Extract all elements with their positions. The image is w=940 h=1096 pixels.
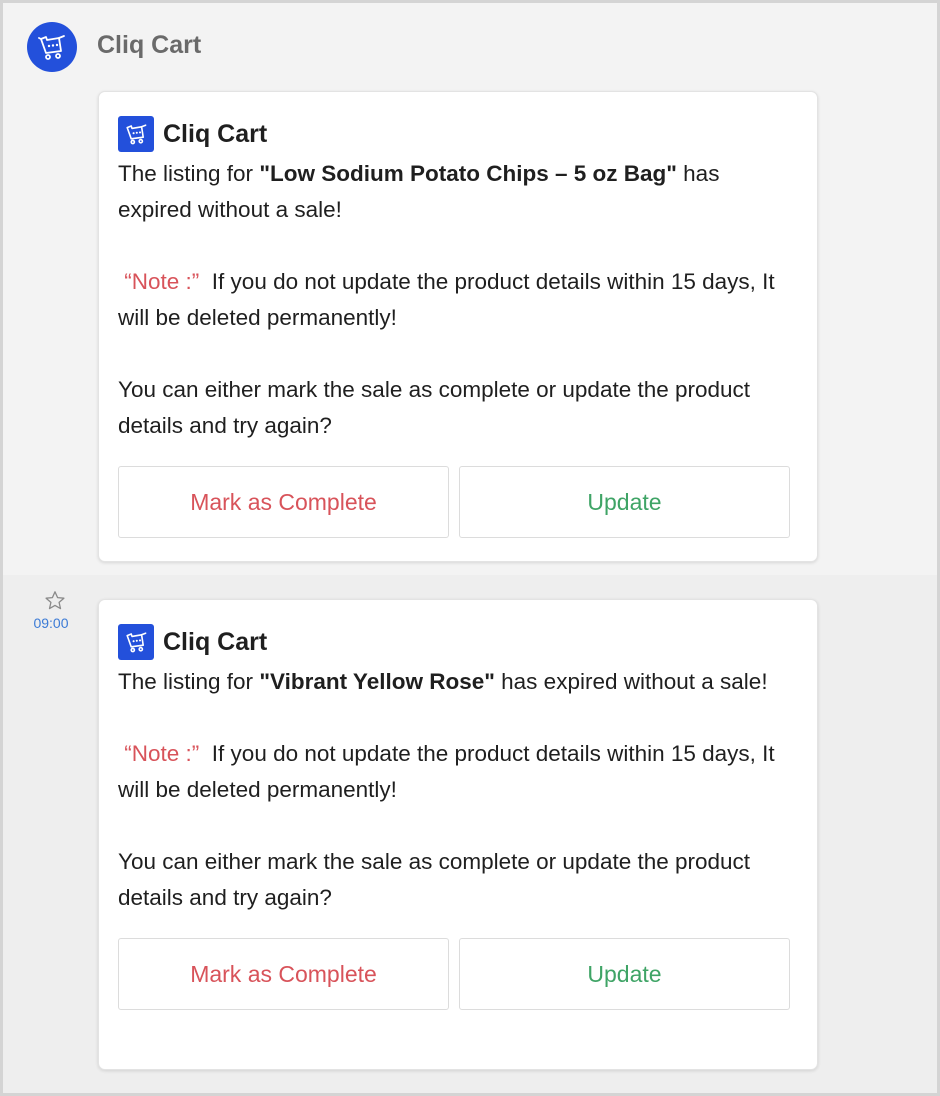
message-row: 09:00 Cliq Cart The listing for "Vibrant…: [3, 575, 937, 1093]
listing-suffix: has expired without a sale!: [494, 669, 768, 694]
cart-logo-icon: [126, 124, 147, 145]
mark-complete-button[interactable]: Mark as Complete: [118, 466, 449, 538]
message-card: Cliq Cart The listing for "Low Sodium Po…: [98, 91, 818, 562]
note-text: “Note :” If you do not update the produc…: [118, 736, 790, 808]
action-buttons: Mark as Complete Update: [118, 466, 790, 538]
prompt-text: You can either mark the sale as complete…: [118, 849, 751, 910]
sender-header: Cliq Cart: [3, 3, 937, 91]
note-body: If you do not update the product details…: [118, 269, 775, 330]
message-row: Cliq Cart The listing for "Low Sodium Po…: [3, 91, 937, 575]
bot-name[interactable]: Cliq Cart: [97, 31, 201, 60]
note-text: “Note :” If you do not update the produc…: [118, 264, 790, 336]
card-title: Cliq Cart: [163, 119, 268, 148]
note-body: If you do not update the product details…: [118, 741, 775, 802]
bot-avatar[interactable]: [27, 22, 77, 72]
card-title: Cliq Cart: [163, 627, 268, 656]
mark-complete-button[interactable]: Mark as Complete: [118, 938, 449, 1010]
update-button[interactable]: Update: [459, 938, 790, 1010]
prompt-text: You can either mark the sale as complete…: [118, 377, 751, 438]
message-card: Cliq Cart The listing for "Vibrant Yello…: [98, 599, 818, 1070]
card-header: Cliq Cart: [118, 116, 790, 152]
listing-text: The listing for "Low Sodium Potato Chips…: [118, 156, 790, 228]
note-label: “Note :”: [124, 269, 200, 294]
product-name: "Vibrant Yellow Rose": [259, 669, 495, 694]
listing-text: The listing for "Vibrant Yellow Rose" ha…: [118, 664, 790, 700]
action-buttons: Mark as Complete Update: [118, 938, 790, 1010]
cart-logo-icon: [126, 632, 147, 653]
card-header: Cliq Cart: [118, 624, 790, 660]
cart-logo-icon: [38, 35, 65, 60]
star-icon[interactable]: [43, 589, 67, 613]
listing-prefix: The listing for: [118, 669, 260, 694]
update-button[interactable]: Update: [459, 466, 790, 538]
product-name: "Low Sodium Potato Chips – 5 oz Bag": [259, 161, 677, 186]
message-time: 09:00: [33, 615, 69, 631]
note-label: “Note :”: [124, 741, 200, 766]
card-logo: [118, 116, 154, 152]
chat-frame: Cliq Cart Cliq Cart The listing for "Low…: [3, 3, 937, 1093]
card-logo: [118, 624, 154, 660]
listing-prefix: The listing for: [118, 161, 260, 186]
